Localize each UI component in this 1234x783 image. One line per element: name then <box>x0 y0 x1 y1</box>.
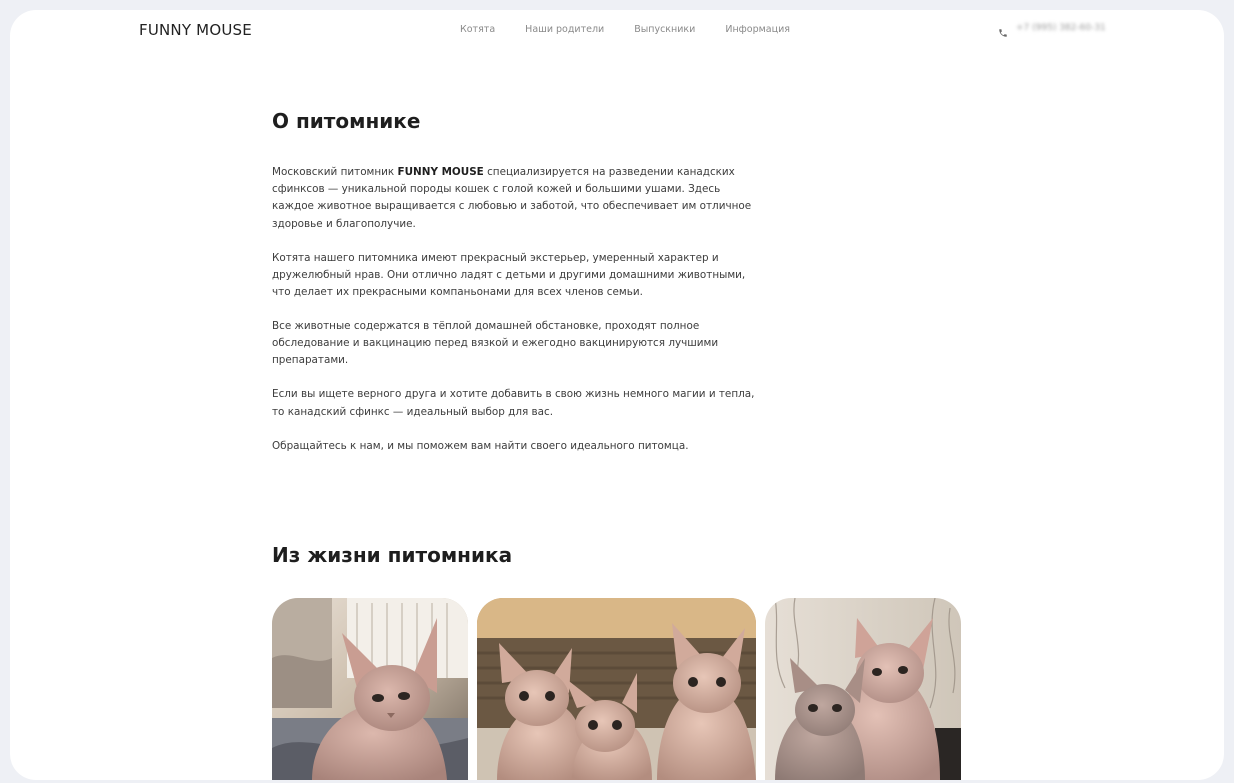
site-logo[interactable]: FUNNY MOUSE <box>139 21 252 39</box>
about-title: О питомнике <box>272 109 421 133</box>
about-paragraph-4: Если вы ищете верного друга и хотите доб… <box>272 388 755 418</box>
phone-icon <box>998 23 1008 37</box>
about-p1-start: Московский питомник <box>272 166 398 178</box>
main-nav: Котята Наши родители Выпускники Информац… <box>460 24 790 35</box>
about-text: Московский питомник FUNNY MOUSE специали… <box>272 164 762 472</box>
two-sphynx-cats-photo[interactable] <box>765 598 961 780</box>
about-paragraph-2: Котята нашего питомника имеют прекрасный… <box>272 251 746 299</box>
life-title: Из жизни питомника <box>272 543 513 567</box>
nav-item-parents[interactable]: Наши родители <box>525 24 604 35</box>
about-paragraph-1: Московский питомник FUNNY MOUSE специали… <box>272 164 762 233</box>
photo-gallery <box>272 598 961 780</box>
sphynx-kitten-photo[interactable] <box>272 598 468 780</box>
site-header: FUNNY MOUSE Котята Наши родители Выпускн… <box>10 10 1224 50</box>
page-frame: FUNNY MOUSE Котята Наши родители Выпускн… <box>10 10 1224 780</box>
brand-name: FUNNY MOUSE <box>397 166 484 178</box>
nav-item-graduates[interactable]: Выпускники <box>634 24 695 35</box>
phone-number[interactable]: +7 (995) 382-60-31 <box>1016 23 1106 33</box>
about-paragraph-3: Все животные содержатся в тёплой домашне… <box>272 320 719 367</box>
header-phone[interactable]: +7 (995) 382-60-31 <box>998 23 1106 37</box>
about-paragraph-5: Обращайтесь к нам, и мы поможем вам найт… <box>272 439 689 452</box>
nav-item-info[interactable]: Информация <box>725 24 790 35</box>
three-sphynx-kittens-photo[interactable] <box>477 598 756 780</box>
nav-item-kittens[interactable]: Котята <box>460 24 495 35</box>
